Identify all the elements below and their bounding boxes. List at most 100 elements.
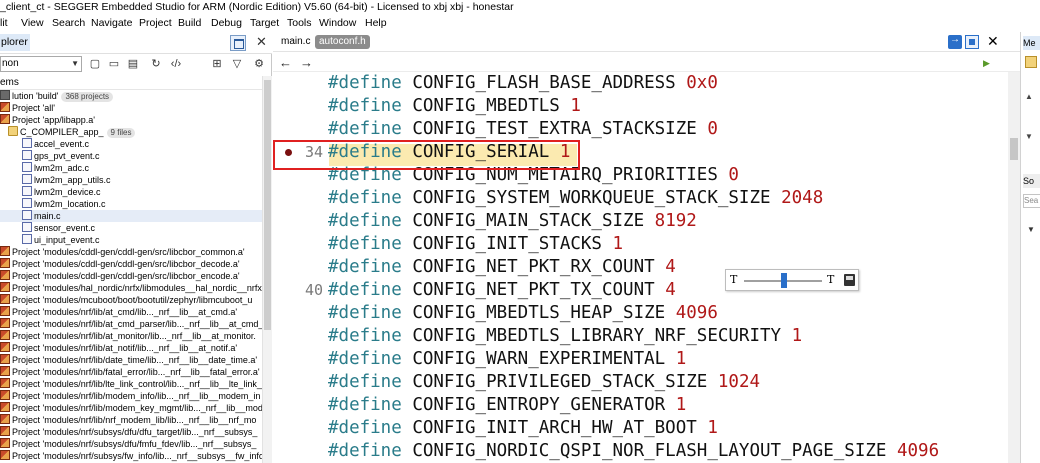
forward-arrow-icon[interactable]: → — [300, 54, 313, 72]
explorer-scrollbar[interactable] — [262, 76, 272, 463]
tree-item[interactable]: Project 'modules/nrf/lib/date_time/lib..… — [0, 354, 262, 366]
refresh-icon[interactable]: ↻ — [149, 57, 163, 71]
tree-item-label: Project 'modules/cddl-gen/cddl-gen/src/l… — [12, 247, 245, 257]
decrease-font-icon[interactable]: T — [730, 273, 737, 286]
new-file-icon[interactable]: ▢ — [88, 57, 102, 71]
tree-item-label: ui_input_event.c — [34, 235, 100, 245]
project-icon — [0, 282, 10, 292]
menu-target[interactable]: Target — [250, 16, 279, 30]
tree-item[interactable]: lwm2m_device.c — [0, 186, 262, 198]
maximize-icon[interactable] — [230, 35, 246, 51]
tree-item[interactable]: lwm2m_app_utils.c — [0, 174, 262, 186]
code-area[interactable]: #define CONFIG_FLASH_BASE_ADDRESS 0x0 #d… — [328, 72, 1008, 463]
macro-value: 8192 — [654, 211, 697, 231]
menu-debug[interactable]: Debug — [211, 16, 242, 30]
tree-item-label: C_COMPILER_app_ — [20, 127, 104, 137]
save-icon[interactable] — [844, 274, 855, 286]
font-zoom-widget: T T — [725, 269, 859, 291]
tree-item[interactable]: Project 'modules/nrf/lib/modem_info/lib.… — [0, 390, 262, 402]
tree-item[interactable]: ui_input_event.c — [0, 234, 262, 246]
menu-help[interactable]: Help — [365, 16, 387, 30]
menu-edit[interactable]: lit — [0, 16, 8, 30]
line-number-gutter[interactable]: 34 40 — [273, 72, 325, 463]
tree-item[interactable]: accel_event.c — [0, 138, 262, 150]
scroll-down-icon[interactable]: ▼ — [1025, 132, 1033, 141]
tree-item[interactable]: Project 'all' — [0, 102, 262, 114]
tree-item[interactable]: Project 'modules/mcuboot/boot/bootutil/z… — [0, 294, 262, 306]
tree-item[interactable]: lwm2m_adc.c — [0, 162, 262, 174]
increase-font-icon[interactable]: T — [827, 273, 834, 286]
macro-value: 1 — [791, 326, 803, 346]
tree-item[interactable]: Project 'modules/nrf/subsys/fw_info/lib.… — [0, 450, 262, 462]
explorer-scrollbar-thumb[interactable] — [264, 80, 271, 330]
tab-main-c[interactable]: main.c — [277, 35, 314, 49]
close-icon[interactable]: ✕ — [256, 34, 267, 50]
run-icon[interactable]: ▶ — [983, 54, 990, 72]
open-folder-icon[interactable]: ▭ — [107, 57, 121, 71]
explorer-title[interactable]: plorer — [0, 34, 30, 51]
configuration-select-value: non — [2, 58, 19, 69]
tree-item[interactable]: sensor_event.c — [0, 222, 262, 234]
tree-item[interactable]: lwm2m_location.c — [0, 198, 262, 210]
back-arrow-icon[interactable]: ← — [279, 54, 292, 72]
search-input[interactable]: Sea — [1023, 194, 1040, 208]
tree-item[interactable]: Project 'modules/nrf/lib/modem_key_mgmt/… — [0, 402, 262, 414]
tree-item[interactable]: Project 'app/libapp.a' — [0, 114, 262, 126]
folder-icon[interactable] — [1025, 56, 1037, 68]
project-icon — [0, 258, 10, 268]
chevron-down-icon[interactable]: ▼ — [1027, 225, 1035, 234]
add-item-icon[interactable]: ⊞ — [210, 57, 224, 71]
code-line: #define CONFIG_INIT_ARCH_HW_AT_BOOT 1 — [328, 417, 718, 440]
tree-item-label: Project 'modules/nrf/lib/at_notif/lib...… — [12, 343, 238, 353]
menu-window[interactable]: Window — [319, 16, 356, 30]
tree-item[interactable]: Project 'modules/nrf/subsys/dfu/dfu_targ… — [0, 426, 262, 438]
tree-item[interactable]: Project 'modules/nrf/lib/at_monitor/lib.… — [0, 330, 262, 342]
tree-item[interactable]: Project 'modules/nrf/lib/nrf_modem_lib/l… — [0, 414, 262, 426]
window-icon[interactable] — [965, 35, 979, 49]
tree-item[interactable]: gps_pvt_event.c — [0, 150, 262, 162]
menu-build[interactable]: Build — [178, 16, 201, 30]
tree-item-label: Project 'modules/nrf/lib/lte_link_contro… — [12, 379, 262, 389]
editor-scrollbar-thumb[interactable] — [1010, 138, 1018, 160]
tree-item[interactable]: Project 'modules/nrf/lib/at_notif/lib...… — [0, 342, 262, 354]
filter-icon[interactable]: ▽ — [230, 57, 244, 71]
tree-item[interactable]: Project 'modules/cddl-gen/cddl-gen/src/l… — [0, 270, 262, 282]
menu-search[interactable]: Search — [52, 16, 85, 30]
go-to-icon[interactable] — [948, 34, 962, 49]
code-line: #define CONFIG_NORDIC_QSPI_NOR_FLASH_LAY… — [328, 440, 939, 463]
tree-item[interactable]: Project 'modules/hal_nordic/nrfx/libmodu… — [0, 282, 262, 294]
gear-icon[interactable]: ⚙ — [252, 57, 266, 71]
code-line: #define CONFIG_MBEDTLS 1 — [328, 95, 581, 118]
tree-item-folder[interactable]: C_COMPILER_app_ 9 files — [0, 126, 262, 138]
column-header-items[interactable]: ems — [0, 76, 272, 90]
close-icon[interactable]: ✕ — [987, 33, 999, 49]
tree-item-selected[interactable]: main.c — [0, 210, 262, 222]
define-keyword: #define — [328, 303, 402, 323]
tree-item[interactable]: Project 'modules/nrf/lib/at_cmd/lib..._n… — [0, 306, 262, 318]
line-number: 40 — [304, 281, 323, 299]
menu-project[interactable]: Project — [139, 16, 172, 30]
project-icon — [0, 102, 10, 112]
menu-view[interactable]: View — [21, 16, 44, 30]
tree-item[interactable]: Project 'modules/cddl-gen/cddl-gen/src/l… — [0, 258, 262, 270]
tree-item[interactable]: Project 'modules/nrf/lib/fatal_error/lib… — [0, 366, 262, 378]
tree-item[interactable]: Project 'modules/nrf/lib/lte_link_contro… — [0, 378, 262, 390]
project-icon — [0, 366, 10, 376]
tree-item-solution[interactable]: lution 'build' 368 projects — [0, 90, 262, 102]
scroll-up-icon[interactable]: ▲ — [1025, 92, 1033, 101]
properties-icon[interactable]: ▤ — [126, 57, 140, 71]
code-icon[interactable]: ‹/› — [169, 57, 183, 71]
editor-scrollbar[interactable] — [1008, 72, 1020, 463]
menu-navigate[interactable]: Navigate — [91, 16, 132, 30]
menu-tools[interactable]: Tools — [287, 16, 312, 30]
tree-item-label: Project 'modules/cddl-gen/cddl-gen/src/l… — [12, 271, 240, 281]
configuration-select[interactable]: non ▼ — [0, 56, 82, 72]
right-panel-header[interactable]: Me — [1023, 36, 1040, 50]
tree-item[interactable]: Project 'modules/cddl-gen/cddl-gen/src/l… — [0, 246, 262, 258]
tree-item[interactable]: Project 'modules/nrf/lib/at_cmd_parser/l… — [0, 318, 262, 330]
macro-value: 0 — [728, 165, 739, 185]
zoom-slider-thumb[interactable] — [781, 273, 787, 288]
tab-autoconf-h[interactable]: autoconf.h — [315, 35, 370, 49]
source-panel-header[interactable]: So — [1023, 174, 1040, 188]
tree-item[interactable]: Project 'modules/nrf/subsys/dfu/fmfu_fde… — [0, 438, 262, 450]
